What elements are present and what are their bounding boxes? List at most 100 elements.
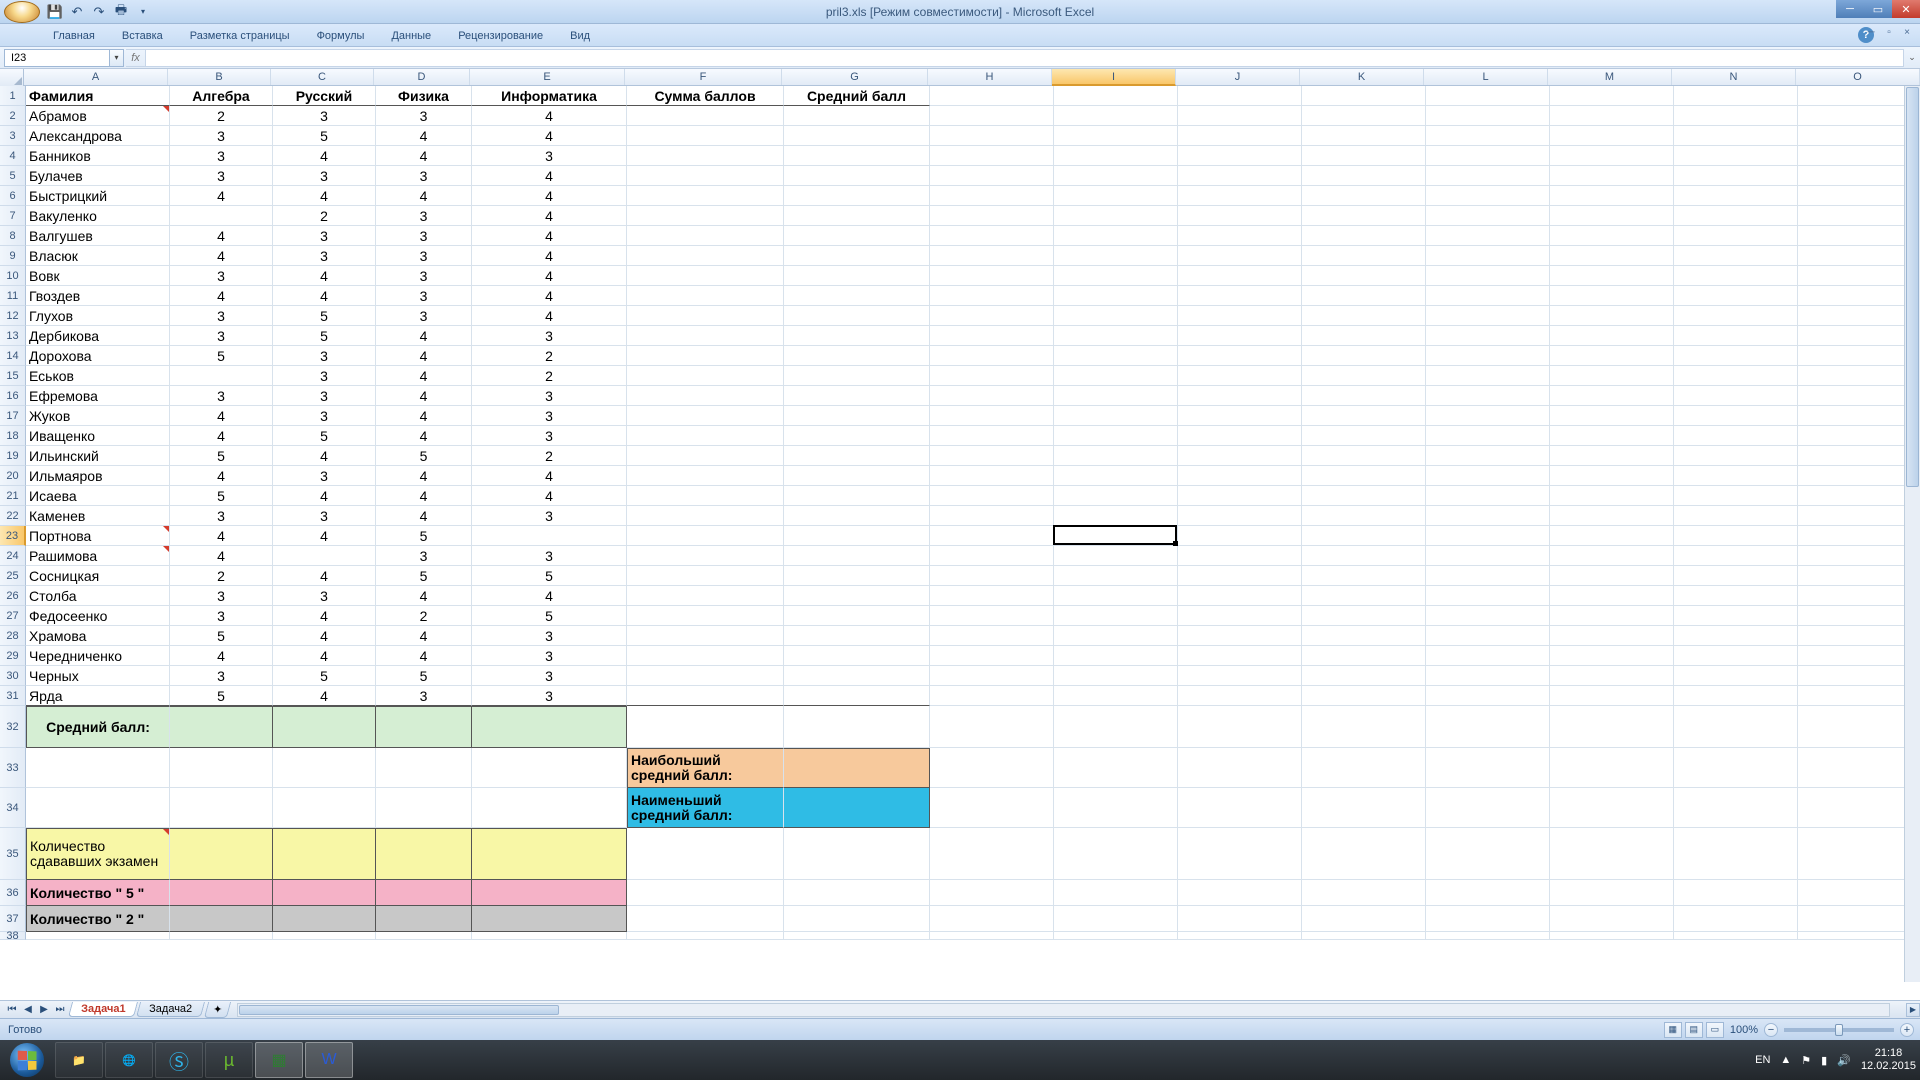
cell[interactable]: 3	[273, 246, 376, 266]
cell[interactable]: 3	[376, 306, 472, 326]
cell[interactable]	[784, 286, 930, 306]
cell[interactable]	[1178, 706, 1302, 748]
cell[interactable]	[1178, 226, 1302, 246]
cell[interactable]	[1798, 226, 1904, 246]
ribbon-tab-view[interactable]: Вид	[557, 26, 603, 46]
cell[interactable]: 3	[170, 386, 273, 406]
cell[interactable]	[1054, 646, 1178, 666]
cell[interactable]	[1674, 906, 1798, 932]
cell[interactable]: 4	[170, 426, 273, 446]
cell[interactable]: 4	[472, 586, 627, 606]
cell[interactable]	[784, 386, 930, 406]
cell[interactable]	[1302, 546, 1426, 566]
cell[interactable]	[1302, 246, 1426, 266]
cell[interactable]	[627, 546, 784, 566]
cell[interactable]: Фамилия	[26, 86, 170, 106]
cell[interactable]	[1178, 506, 1302, 526]
cell[interactable]: 3	[472, 426, 627, 446]
cell[interactable]: 5	[170, 626, 273, 646]
row-header[interactable]: 8	[0, 226, 26, 246]
cell[interactable]	[784, 748, 930, 788]
cell[interactable]	[930, 286, 1054, 306]
cell[interactable]	[1798, 406, 1904, 426]
cell[interactable]	[1054, 226, 1178, 246]
cell[interactable]	[1178, 566, 1302, 586]
cell[interactable]	[1178, 326, 1302, 346]
cell[interactable]	[1674, 606, 1798, 626]
cell[interactable]	[1302, 266, 1426, 286]
cell[interactable]	[1674, 446, 1798, 466]
cell[interactable]: Сосницкая	[26, 566, 170, 586]
cell[interactable]: 5	[376, 566, 472, 586]
cell[interactable]	[1674, 86, 1798, 106]
cell[interactable]	[1178, 206, 1302, 226]
cell[interactable]	[1426, 626, 1550, 646]
cell[interactable]	[26, 748, 170, 788]
cell[interactable]	[1798, 246, 1904, 266]
cell[interactable]	[1550, 666, 1674, 686]
cell[interactable]: 4	[472, 306, 627, 326]
cell[interactable]	[1798, 326, 1904, 346]
cell[interactable]	[1798, 566, 1904, 586]
minimize-button[interactable]: ─	[1836, 0, 1864, 18]
cell[interactable]	[930, 246, 1054, 266]
save-icon[interactable]: 💾	[46, 3, 64, 21]
row-header[interactable]: 28	[0, 626, 26, 646]
cell[interactable]: 4	[170, 186, 273, 206]
cell[interactable]	[1550, 506, 1674, 526]
cell[interactable]	[170, 748, 273, 788]
row-header[interactable]: 26	[0, 586, 26, 606]
cell[interactable]: 4	[170, 526, 273, 546]
cell[interactable]: 4	[472, 226, 627, 246]
office-button[interactable]	[4, 1, 40, 23]
cell[interactable]	[930, 666, 1054, 686]
cell[interactable]	[472, 748, 627, 788]
cell[interactable]	[1426, 606, 1550, 626]
row-header[interactable]: 31	[0, 686, 26, 706]
cell[interactable]	[930, 226, 1054, 246]
cell[interactable]	[1798, 446, 1904, 466]
cell[interactable]	[1426, 526, 1550, 546]
cell[interactable]	[1798, 506, 1904, 526]
cell[interactable]	[1426, 466, 1550, 486]
cell[interactable]	[1426, 406, 1550, 426]
cell[interactable]	[1550, 932, 1674, 940]
cell[interactable]: 3	[472, 406, 627, 426]
cell[interactable]	[1550, 346, 1674, 366]
cell[interactable]	[1426, 226, 1550, 246]
cell[interactable]	[1550, 266, 1674, 286]
cell[interactable]: 4	[376, 626, 472, 646]
cell[interactable]: 5	[376, 666, 472, 686]
cell[interactable]	[1550, 906, 1674, 932]
cell[interactable]	[1674, 246, 1798, 266]
cell[interactable]	[1426, 906, 1550, 932]
cell[interactable]: 4	[472, 266, 627, 286]
cell[interactable]	[930, 932, 1054, 940]
cell[interactable]: Федосеенко	[26, 606, 170, 626]
cell[interactable]	[1178, 906, 1302, 932]
cell[interactable]	[627, 706, 784, 748]
cell[interactable]	[1674, 880, 1798, 906]
cell[interactable]	[1426, 748, 1550, 788]
cell[interactable]	[1178, 426, 1302, 446]
cell[interactable]	[273, 880, 376, 906]
cell[interactable]	[273, 906, 376, 932]
cell[interactable]	[627, 346, 784, 366]
cell[interactable]	[1426, 386, 1550, 406]
cell[interactable]	[1550, 828, 1674, 880]
cell[interactable]	[1550, 106, 1674, 126]
cell[interactable]	[627, 466, 784, 486]
cell[interactable]: Сумма баллов	[627, 86, 784, 106]
cell[interactable]	[627, 626, 784, 646]
cell[interactable]: Средний балл	[784, 86, 930, 106]
cell[interactable]	[1550, 626, 1674, 646]
taskbar-explorer-icon[interactable]: 📁	[55, 1042, 103, 1078]
close-button[interactable]: ✕	[1892, 0, 1920, 18]
cell[interactable]	[1178, 286, 1302, 306]
cell[interactable]	[784, 932, 930, 940]
cell[interactable]	[1054, 366, 1178, 386]
cell[interactable]	[930, 186, 1054, 206]
cell[interactable]	[1426, 266, 1550, 286]
cell[interactable]	[170, 828, 273, 880]
col-header-N[interactable]: N	[1672, 69, 1796, 85]
